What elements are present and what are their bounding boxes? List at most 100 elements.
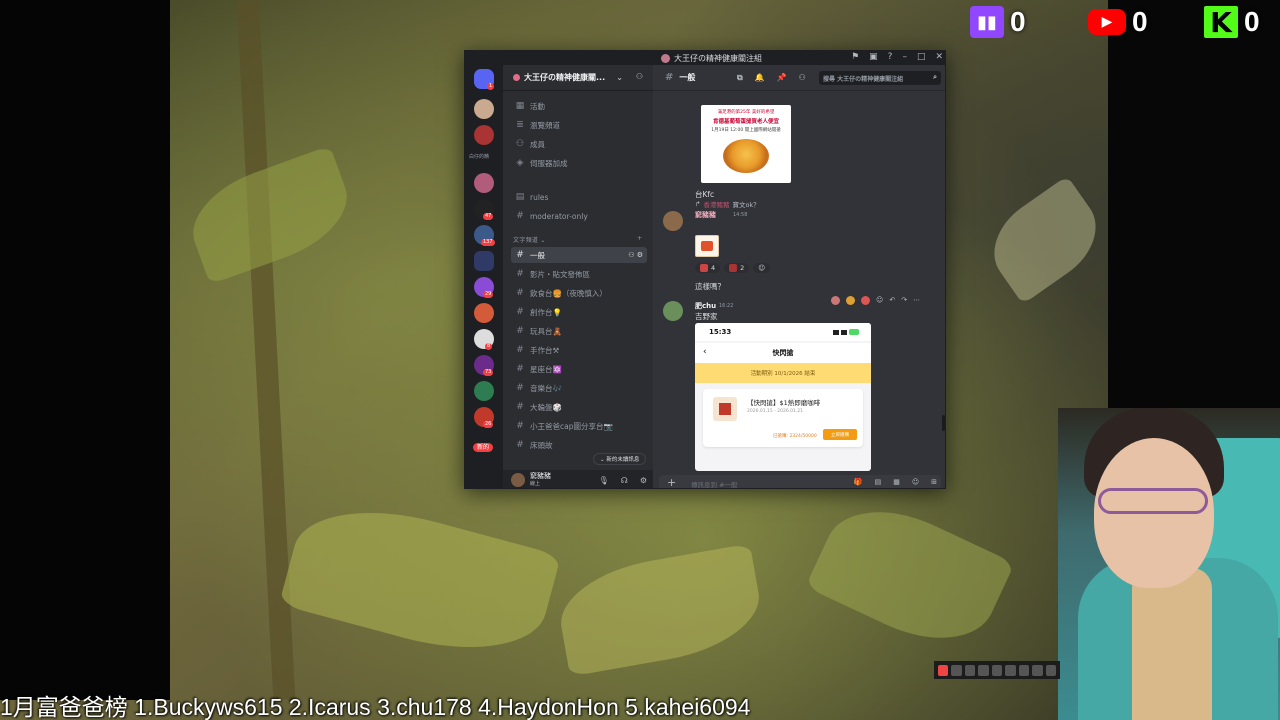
close-icon[interactable]: ✕ [935,52,943,62]
channel-item[interactable]: # 手作台⚒ [511,342,647,358]
channel-label: 星座台🔯 [530,364,562,374]
server-avatar[interactable] [474,381,494,401]
server-avatar[interactable] [474,99,494,119]
channel-item[interactable]: # 小王爸爸cap圖分享台📷 [511,418,647,434]
attach-plus-icon[interactable]: + [667,476,676,488]
new-badge: 新的 [473,443,494,452]
tray-icon[interactable] [1045,664,1056,676]
phone-offer-card: 【快閃搶】$1熱即磨咖啡 2026.01.15 - 2026.01.21 已搶購… [703,389,863,447]
tray-icon[interactable] [951,664,962,676]
pin-icon[interactable]: 📌 [777,73,787,83]
hash-icon: # [516,269,524,279]
add-reaction-icon[interactable]: ☺ [876,296,883,304]
egg-tart-image [723,139,769,173]
reaction-button[interactable]: 4 [695,263,721,273]
threads-icon[interactable]: ⧉ [737,73,743,83]
search-input[interactable]: 搜尋 大王仔の精神健康關注組 ⌕ [819,71,941,85]
maximize-icon[interactable]: □ [917,52,926,62]
apps-icon[interactable]: ⊞ [931,478,937,486]
sticker-image[interactable] [695,235,719,257]
channel-item[interactable]: # 玩具台🧸 [511,323,647,339]
message-author[interactable]: 肥chu [695,301,716,311]
server-avatar[interactable] [474,303,494,323]
chevron-down-icon[interactable]: ⌄ [616,73,623,82]
webcam-overlay [1058,408,1280,720]
reply-icon[interactable]: ↶ [889,296,895,304]
server-avatar[interactable] [474,125,494,145]
reaction-button[interactable]: 2 [724,263,750,273]
quick-reaction-icon[interactable] [861,295,870,305]
channel-item[interactable]: # 床頭故 [511,437,647,453]
quick-reaction-icon[interactable] [831,295,840,305]
avatar[interactable] [663,301,683,321]
phone-time: 15:33 [709,328,732,336]
tray-icon[interactable] [991,664,1003,676]
sticker-icon[interactable]: ▦ [893,478,900,486]
channel-label: 玩具台🧸 [530,326,562,336]
emoji-icon[interactable]: ☺ [912,478,919,486]
channel-moderator-only[interactable]: # moderator-only [511,208,647,224]
channel-rules[interactable]: ▤ rules [511,189,647,205]
server-icon [661,54,670,63]
header-icons: ⧉ 🔔 📌 ⚇ [737,73,806,83]
channel-general[interactable]: # 一般 ⚇ ⚙ [511,247,647,263]
user-info[interactable]: 窮豬豬 線上 [530,473,551,488]
tray-icon[interactable] [1032,664,1043,676]
members-list-icon[interactable]: ⚇ [799,73,806,83]
tray-icon[interactable] [978,664,989,676]
minimize-icon[interactable]: – [902,52,907,62]
channel-item[interactable]: # 星座台🔯 [511,361,647,377]
hash-icon: # [516,402,524,412]
channel-item[interactable]: # 音樂台🎶 [511,380,647,396]
message-composer[interactable]: + 傳訊息到 #一般 🎁 ▤ ▦ ☺ ⊞ [659,475,941,488]
folder-icon[interactable] [474,251,494,271]
gift-icon[interactable]: 🎁 [854,478,863,486]
microphone-icon[interactable]: 🎙 [599,476,609,485]
nav-members[interactable]: ⚇ 成員 [511,136,647,152]
message-author[interactable]: 窮豬豬 [695,210,716,220]
tray-icon[interactable] [1005,664,1016,676]
hash-icon: # [516,211,524,221]
server-header[interactable]: 大王仔の精神健康關... ⌄ ⚇ [503,65,653,91]
nav-events[interactable]: ▦ 活動 [511,98,647,114]
reply-author: 香港豬豬 [703,201,730,209]
forward-icon[interactable]: ↷ [901,296,907,304]
bell-icon[interactable]: 🔔 [755,73,765,83]
quick-reaction-icon[interactable] [846,295,855,305]
avatar[interactable] [663,211,683,231]
category-text-channels[interactable]: 文字頻道 ⌄ + [513,235,642,244]
help-icon[interactable]: ? [888,52,893,62]
phone-screenshot-image[interactable]: 15:33 ‹ 快閃搶 活動期別 10/1/2026 結束 【快閃搶】$1熱即磨… [695,323,871,471]
channel-item[interactable]: # 飲食台🍔（夜晚慎入） [511,285,647,301]
tray-icon[interactable] [964,664,976,676]
add-member-icon[interactable]: ⚇ [636,72,643,81]
discord-window[interactable]: 大王仔の精神健康關注組 ⚑ ▣ ? – □ ✕ 1 白仔的精 47 137 29… [464,50,946,489]
screen-icon[interactable]: ▣ [869,52,878,62]
channel-settings-icon[interactable]: ⚇ ⚙ [628,251,643,259]
headphones-icon[interactable]: ☊ [621,476,628,485]
server-avatar[interactable] [474,173,494,193]
channel-item[interactable]: # 影片・貼文發佈區 [511,266,647,282]
new-unread-pill[interactable]: ⌄ 新的未讀訊息 [593,453,647,465]
channel-item[interactable]: # 大輪盤🎲 [511,399,647,415]
nav-server-boost[interactable]: ◈ 伺服器加成 [511,155,647,171]
channel-item[interactable]: # 創作台💡 [511,304,647,320]
scrollbar-thumb[interactable] [942,415,945,431]
kfc-promo-image[interactable]: 滿足港的第25年 美好的希望 肯德基葡萄蛋撻買老人便宜 1月19日 12:00 … [701,105,791,183]
nav-browse-channels[interactable]: ≣ 瀏覽頻道 [511,117,647,133]
gif-icon[interactable]: ▤ [875,478,882,486]
tray-icon[interactable] [938,664,949,676]
reply-text: 寶文ok？ [732,201,760,209]
boost-icon: ◈ [516,158,524,168]
inbox-icon[interactable]: ⚑ [851,52,859,62]
reply-preview[interactable]: ↱ 香港豬豬 寶文ok？ [695,199,760,209]
avatar[interactable] [511,473,525,487]
kick-counter: K 0 [1204,6,1260,39]
window-titlebar[interactable]: 大王仔の精神健康關注組 ⚑ ▣ ? – □ ✕ [465,51,945,65]
more-icon[interactable]: ⋯ [913,296,920,304]
settings-gear-icon[interactable]: ⚙ [640,476,647,485]
add-reaction-button[interactable]: ☺ [753,263,771,273]
add-channel-icon[interactable]: + [637,235,642,242]
tray-icon[interactable] [1018,664,1030,676]
coffee-icon [713,397,737,421]
